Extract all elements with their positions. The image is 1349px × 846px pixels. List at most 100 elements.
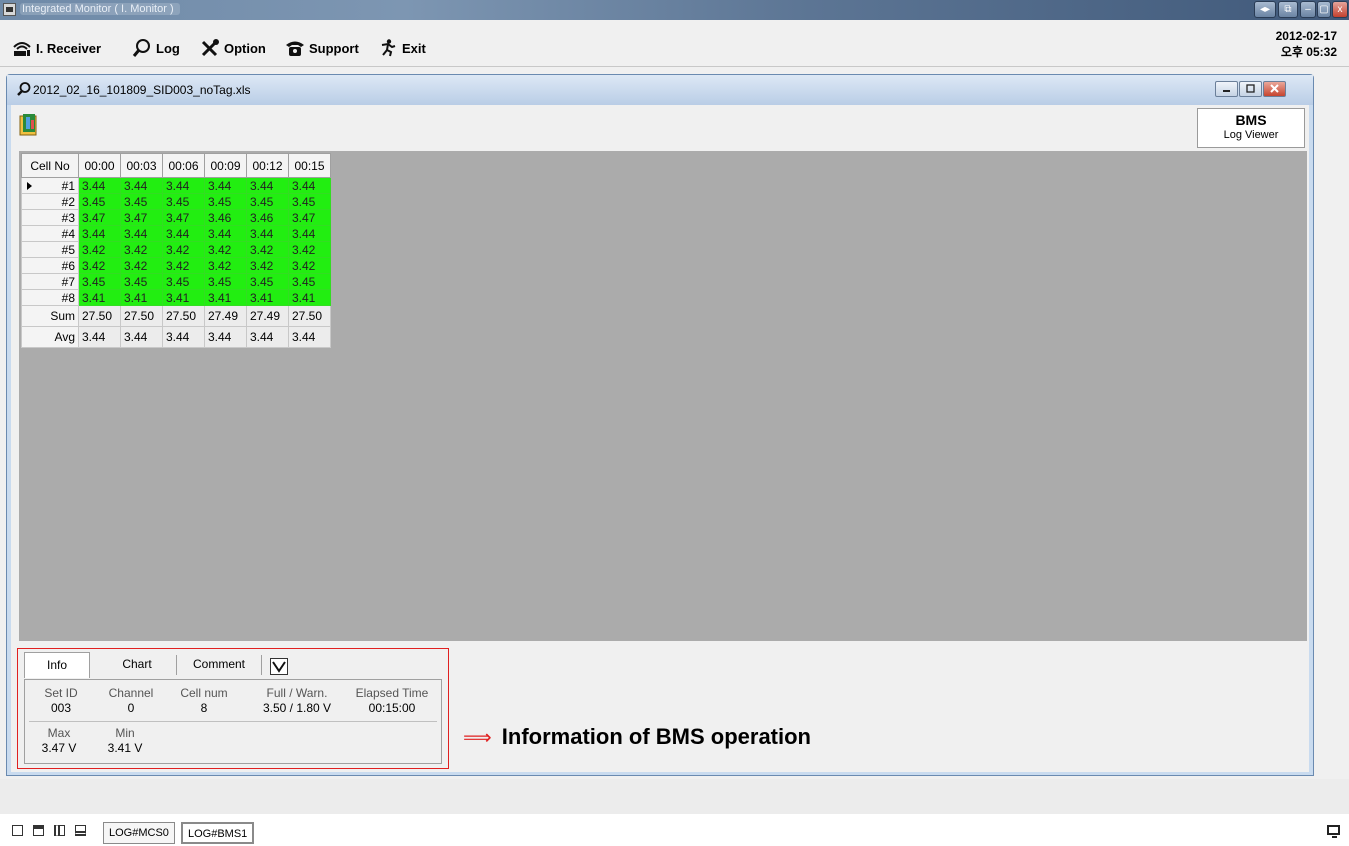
column-header[interactable]: 00:09: [204, 153, 247, 178]
voltage-cell[interactable]: 3.45: [288, 273, 331, 290]
row-header[interactable]: #7: [21, 273, 79, 290]
voltage-cell[interactable]: 3.42: [246, 257, 289, 274]
voltage-cell[interactable]: 3.41: [78, 289, 121, 306]
table-row[interactable]: #1 3.44 3.44 3.44 3.44 3.44 3.44: [21, 177, 331, 194]
voltage-cell[interactable]: 3.45: [204, 273, 247, 290]
row-header[interactable]: #3: [21, 209, 79, 226]
table-row[interactable]: #6 3.42 3.42 3.42 3.42 3.42 3.42: [21, 257, 331, 274]
voltage-cell[interactable]: 3.45: [120, 193, 163, 210]
export-excel-icon[interactable]: [19, 113, 41, 137]
voltage-cell[interactable]: 3.41: [246, 289, 289, 306]
receiver-button[interactable]: I. Receiver: [12, 38, 101, 58]
voltage-cell[interactable]: 3.41: [288, 289, 331, 306]
voltage-cell[interactable]: 3.45: [288, 193, 331, 210]
voltage-cell[interactable]: 3.44: [246, 225, 289, 242]
voltage-cell[interactable]: 3.41: [204, 289, 247, 306]
row-header[interactable]: #5: [21, 241, 79, 258]
voltage-cell[interactable]: 3.45: [162, 273, 205, 290]
tab-comment[interactable]: Comment: [178, 652, 260, 678]
close-button[interactable]: x: [1332, 1, 1348, 18]
voltage-cell[interactable]: 3.42: [246, 241, 289, 258]
table-row[interactable]: #5 3.42 3.42 3.42 3.42 3.42 3.42: [21, 241, 331, 258]
channel-value: 0: [127, 701, 135, 715]
table-row[interactable]: #3 3.47 3.47 3.47 3.46 3.46 3.47: [21, 209, 331, 226]
voltage-cell[interactable]: 3.45: [246, 193, 289, 210]
child-minimize-button[interactable]: [1215, 81, 1238, 97]
statusbar-tab-bms1[interactable]: LOG#BMS1: [181, 822, 255, 844]
row-header[interactable]: #6: [21, 257, 79, 274]
single-window-icon[interactable]: [12, 825, 23, 836]
voltage-cell[interactable]: 3.41: [120, 289, 163, 306]
row-header[interactable]: #1: [21, 177, 79, 194]
option-button[interactable]: Option: [200, 38, 266, 58]
voltage-cell[interactable]: 3.44: [120, 177, 163, 194]
voltage-cell[interactable]: 3.42: [120, 241, 163, 258]
column-header[interactable]: 00:12: [246, 153, 289, 178]
voltage-cell[interactable]: 3.42: [204, 241, 247, 258]
table-row[interactable]: #8 3.41 3.41 3.41 3.41 3.41 3.41: [21, 289, 331, 306]
table-row[interactable]: #7 3.45 3.45 3.45 3.45 3.45 3.45: [21, 273, 331, 290]
log-button[interactable]: Log: [132, 38, 180, 58]
voltage-cell[interactable]: 3.44: [78, 177, 121, 194]
cell-voltage-grid[interactable]: Cell No 00:00 00:03 00:06 00:09 00:12 00…: [21, 153, 331, 348]
voltage-cell[interactable]: 3.44: [288, 225, 331, 242]
child-maximize-button[interactable]: [1239, 81, 1262, 97]
voltage-cell[interactable]: 3.47: [288, 209, 331, 226]
voltage-cell[interactable]: 3.42: [120, 257, 163, 274]
column-header[interactable]: 00:15: [288, 153, 331, 178]
voltage-cell[interactable]: 3.42: [162, 241, 205, 258]
voltage-cell[interactable]: 3.44: [288, 177, 331, 194]
voltage-cell[interactable]: 3.42: [204, 257, 247, 274]
search-icon: [17, 82, 31, 96]
statusbar-tab-mcs0[interactable]: LOG#MCS0: [103, 822, 175, 844]
tile-horizontal-icon[interactable]: [75, 825, 86, 836]
cascade-icon[interactable]: [33, 825, 44, 836]
voltage-cell[interactable]: 3.45: [78, 273, 121, 290]
swap-icon[interactable]: ◂▸: [1254, 1, 1276, 18]
voltage-cell[interactable]: 3.42: [288, 241, 331, 258]
voltage-cell[interactable]: 3.44: [78, 225, 121, 242]
voltage-cell[interactable]: 3.45: [204, 193, 247, 210]
voltage-cell[interactable]: 3.46: [204, 209, 247, 226]
voltage-cell[interactable]: 3.45: [78, 193, 121, 210]
support-button[interactable]: Support: [285, 38, 359, 58]
voltage-cell[interactable]: 3.47: [120, 209, 163, 226]
voltage-cell[interactable]: 3.44: [162, 177, 205, 194]
table-row[interactable]: #2 3.45 3.45 3.45 3.45 3.45 3.45: [21, 193, 331, 210]
voltage-cell[interactable]: 3.45: [120, 273, 163, 290]
exit-button[interactable]: Exit: [378, 38, 426, 58]
maximize-button[interactable]: ▢: [1317, 1, 1331, 18]
table-row[interactable]: #4 3.44 3.44 3.44 3.44 3.44 3.44: [21, 225, 331, 242]
voltage-cell[interactable]: 3.44: [162, 225, 205, 242]
restore-child-icon[interactable]: ⧉: [1278, 1, 1298, 18]
voltage-cell[interactable]: 3.44: [204, 177, 247, 194]
voltage-cell[interactable]: 3.47: [78, 209, 121, 226]
minimize-button[interactable]: –: [1300, 1, 1316, 18]
voltage-cell[interactable]: 3.45: [162, 193, 205, 210]
voltage-cell[interactable]: 3.41: [162, 289, 205, 306]
voltage-cell[interactable]: 3.46: [246, 209, 289, 226]
voltage-cell[interactable]: 3.44: [204, 225, 247, 242]
voltage-cell[interactable]: 3.44: [120, 225, 163, 242]
set-id-field: Set ID 003: [31, 686, 91, 716]
row-header[interactable]: #4: [21, 225, 79, 242]
tab-chart[interactable]: Chart: [98, 652, 176, 678]
column-header[interactable]: 00:00: [78, 153, 121, 178]
voltage-cell[interactable]: 3.42: [78, 241, 121, 258]
column-header[interactable]: 00:06: [162, 153, 205, 178]
voltage-cell[interactable]: 3.44: [246, 177, 289, 194]
row-header[interactable]: #8: [21, 289, 79, 306]
voltage-cell[interactable]: 3.45: [246, 273, 289, 290]
row-header[interactable]: #2: [21, 193, 79, 210]
voltage-cell[interactable]: 3.42: [162, 257, 205, 274]
child-close-button[interactable]: [1263, 81, 1286, 97]
voltage-cell[interactable]: 3.47: [162, 209, 205, 226]
channel-field: Channel 0: [101, 686, 161, 716]
voltage-cell[interactable]: 3.42: [78, 257, 121, 274]
column-header[interactable]: 00:03: [120, 153, 163, 178]
options-checkbox[interactable]: [270, 658, 288, 675]
min-label: Min: [115, 726, 135, 740]
voltage-cell[interactable]: 3.42: [288, 257, 331, 274]
tab-info[interactable]: Info: [24, 652, 90, 678]
tile-vertical-icon[interactable]: [54, 825, 65, 836]
